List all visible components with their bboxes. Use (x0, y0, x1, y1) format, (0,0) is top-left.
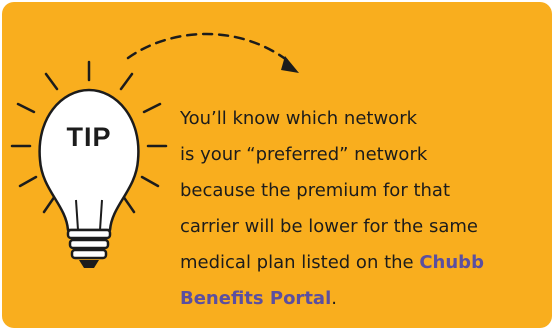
message-line: carrier will be lower for the same (180, 216, 478, 237)
message-line: medical plan listed on the (180, 252, 420, 273)
message-line: . (331, 288, 337, 309)
message-line: You’ll know which network (180, 108, 418, 129)
tip-label: TIP (66, 122, 112, 152)
lightbulb-icon (10, 60, 168, 268)
dashed-arrow-icon (126, 32, 299, 73)
message-line: is your “preferred” network (180, 144, 428, 165)
tip-page: TIP You’ll know which network is your “p… (0, 0, 554, 330)
tip-message: You’ll know which network is your “prefe… (180, 101, 552, 317)
chubb-benefits-portal-link[interactable]: Benefits Portal (180, 288, 331, 309)
message-line: because the premium for that (180, 180, 450, 201)
chubb-benefits-portal-link[interactable]: Chubb (419, 252, 484, 273)
